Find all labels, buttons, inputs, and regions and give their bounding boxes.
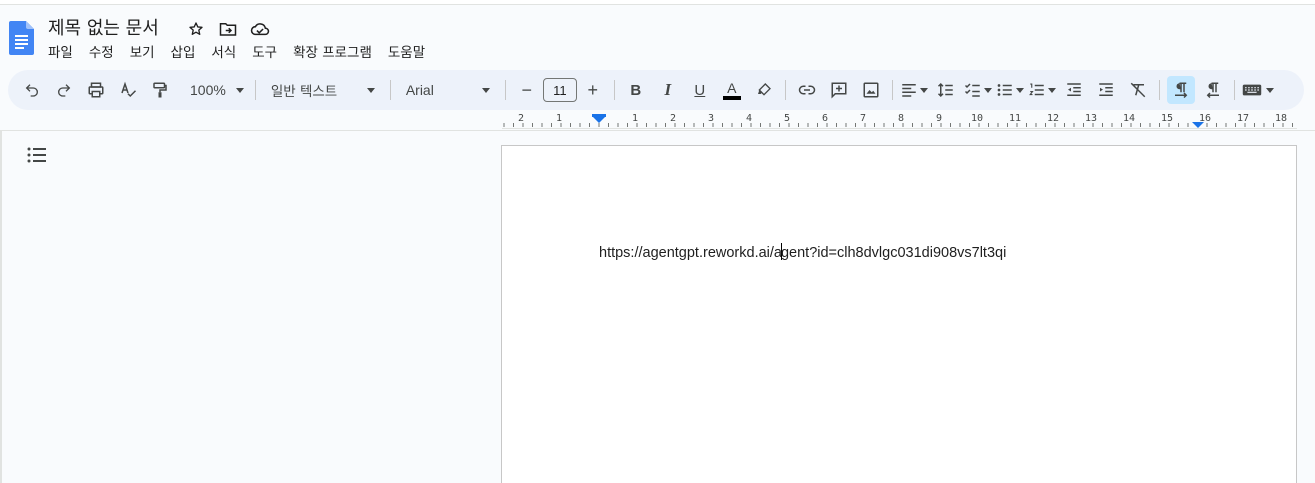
print-icon[interactable] (82, 76, 110, 104)
menu-extensions[interactable]: 확장 프로그램 (285, 43, 380, 63)
input-tools-select[interactable] (1242, 76, 1274, 104)
chevron-down-icon (983, 87, 992, 93)
document-page[interactable]: https://agentgpt.reworkd.ai/agent?id=clh… (501, 145, 1297, 483)
title-actions (185, 18, 271, 40)
underline-button[interactable]: U (686, 76, 714, 104)
ruler-label: 18 (1275, 113, 1288, 124)
menu-edit[interactable]: 수정 (81, 43, 122, 63)
clear-formatting-icon[interactable] (1124, 76, 1152, 104)
ruler-label: 15 (1161, 113, 1174, 124)
document-body-text[interactable]: https://agentgpt.reworkd.ai/agent?id=clh… (599, 243, 1006, 261)
menu-help[interactable]: 도움말 (380, 43, 433, 63)
google-docs-icon[interactable] (9, 21, 34, 55)
toolbar-divider (613, 80, 615, 100)
paint-format-icon[interactable] (146, 76, 174, 104)
horizontal-ruler[interactable]: 2 1 1 2 3 4 5 6 7 8 9 10 11 12 13 14 15 … (502, 112, 1297, 129)
align-select[interactable] (900, 76, 928, 104)
ltr-paragraph-icon[interactable] (1166, 76, 1195, 104)
chevron-down-icon (1047, 87, 1056, 93)
menu-view[interactable]: 보기 (122, 43, 163, 63)
chevron-down-icon (1015, 87, 1024, 93)
redo-icon[interactable] (50, 76, 78, 104)
ruler-label: 17 (1237, 113, 1250, 124)
toolbar-divider (1233, 80, 1235, 100)
decrease-font-size-button[interactable]: − (513, 76, 541, 104)
ruler-label: 5 (784, 113, 791, 124)
decrease-indent-icon[interactable] (1060, 76, 1088, 104)
toolbar: 100% 일반 텍스트 Arial − 11 + B I U A (8, 70, 1304, 110)
text-before-cursor: https://agentgpt.reworkd.ai/a (599, 245, 782, 261)
text-color-letter: A (727, 79, 737, 96)
ruler-label: 2 (670, 113, 677, 124)
increase-indent-icon[interactable] (1092, 76, 1120, 104)
italic-button[interactable]: I (654, 76, 682, 104)
cloud-status-icon[interactable] (249, 18, 271, 40)
document-title[interactable]: 제목 없는 문서 (48, 14, 159, 40)
ruler-label: 8 (898, 113, 905, 124)
ruler-label: 3 (708, 113, 715, 124)
menu-bar: 파일 수정 보기 삽입 서식 도구 확장 프로그램 도움말 (40, 43, 433, 63)
toolbar-divider (784, 80, 786, 100)
bulleted-list-select[interactable] (996, 76, 1024, 104)
toolbar-divider (504, 80, 506, 100)
bold-button[interactable]: B (622, 76, 650, 104)
header: 제목 없는 문서 파일 수정 보기 삽입 서식 도구 확장 프로그램 도움말 (0, 5, 1315, 68)
menu-format[interactable]: 서식 (203, 43, 244, 63)
ruler-label: 1 (556, 113, 563, 124)
text-color-button[interactable]: A (718, 76, 746, 104)
rtl-paragraph-icon[interactable] (1199, 76, 1227, 104)
ruler-label: 9 (936, 113, 943, 124)
document-outline-icon[interactable] (27, 147, 47, 168)
left-indent-marker (592, 116, 606, 123)
menu-file[interactable]: 파일 (40, 43, 81, 63)
star-icon[interactable] (185, 18, 207, 40)
ruler-label: 13 (1085, 113, 1098, 124)
insert-image-icon[interactable] (857, 76, 885, 104)
folder-move-icon[interactable] (217, 18, 239, 40)
zoom-value: 100% (190, 82, 226, 98)
zoom-select[interactable]: 100% (178, 76, 248, 104)
spellcheck-icon[interactable] (114, 76, 142, 104)
chevron-down-icon (235, 87, 244, 93)
ruler-label: 1 (632, 113, 639, 124)
chevron-down-icon (481, 87, 490, 93)
ruler-label: 2 (518, 113, 525, 124)
increase-font-size-button[interactable]: + (579, 76, 607, 104)
text-color-swatch (722, 95, 741, 100)
ruler-label: 14 (1123, 113, 1136, 124)
undo-icon[interactable] (18, 76, 46, 104)
ruler-label: 11 (1009, 113, 1022, 124)
link-icon[interactable] (793, 76, 821, 104)
toolbar-divider (1158, 80, 1160, 100)
font-select[interactable]: Arial (398, 76, 498, 104)
chevron-down-icon (366, 87, 375, 93)
toolbar-divider (254, 80, 256, 100)
ruler-label: 16 (1199, 113, 1212, 124)
line-spacing-icon[interactable] (932, 76, 960, 104)
add-comment-icon[interactable] (825, 76, 853, 104)
ruler-label: 10 (971, 113, 984, 124)
chevron-down-icon (1265, 87, 1274, 93)
menu-insert[interactable]: 삽입 (163, 43, 204, 63)
ruler-label: 6 (822, 113, 829, 124)
paragraph-style-value: 일반 텍스트 (270, 84, 338, 100)
checklist-select[interactable] (964, 76, 992, 104)
highlight-icon[interactable] (750, 76, 778, 104)
font-value: Arial (405, 82, 434, 98)
first-line-indent-marker (592, 114, 606, 117)
chevron-down-icon (919, 87, 928, 93)
vertical-ruler (0, 130, 2, 483)
font-size-input[interactable]: 11 (542, 78, 577, 102)
ruler-label: 4 (746, 113, 753, 124)
ruler-label: 7 (860, 113, 867, 124)
toolbar-divider (389, 80, 391, 100)
numbered-list-select[interactable] (1028, 76, 1056, 104)
ruler-label: 12 (1047, 113, 1060, 124)
menu-tools[interactable]: 도구 (244, 43, 285, 63)
paragraph-style-select[interactable]: 일반 텍스트 (263, 76, 383, 104)
toolbar-divider (891, 80, 893, 100)
text-after-cursor: gent?id=clh8dvlgc031di908vs7lt3qi (780, 245, 1007, 261)
